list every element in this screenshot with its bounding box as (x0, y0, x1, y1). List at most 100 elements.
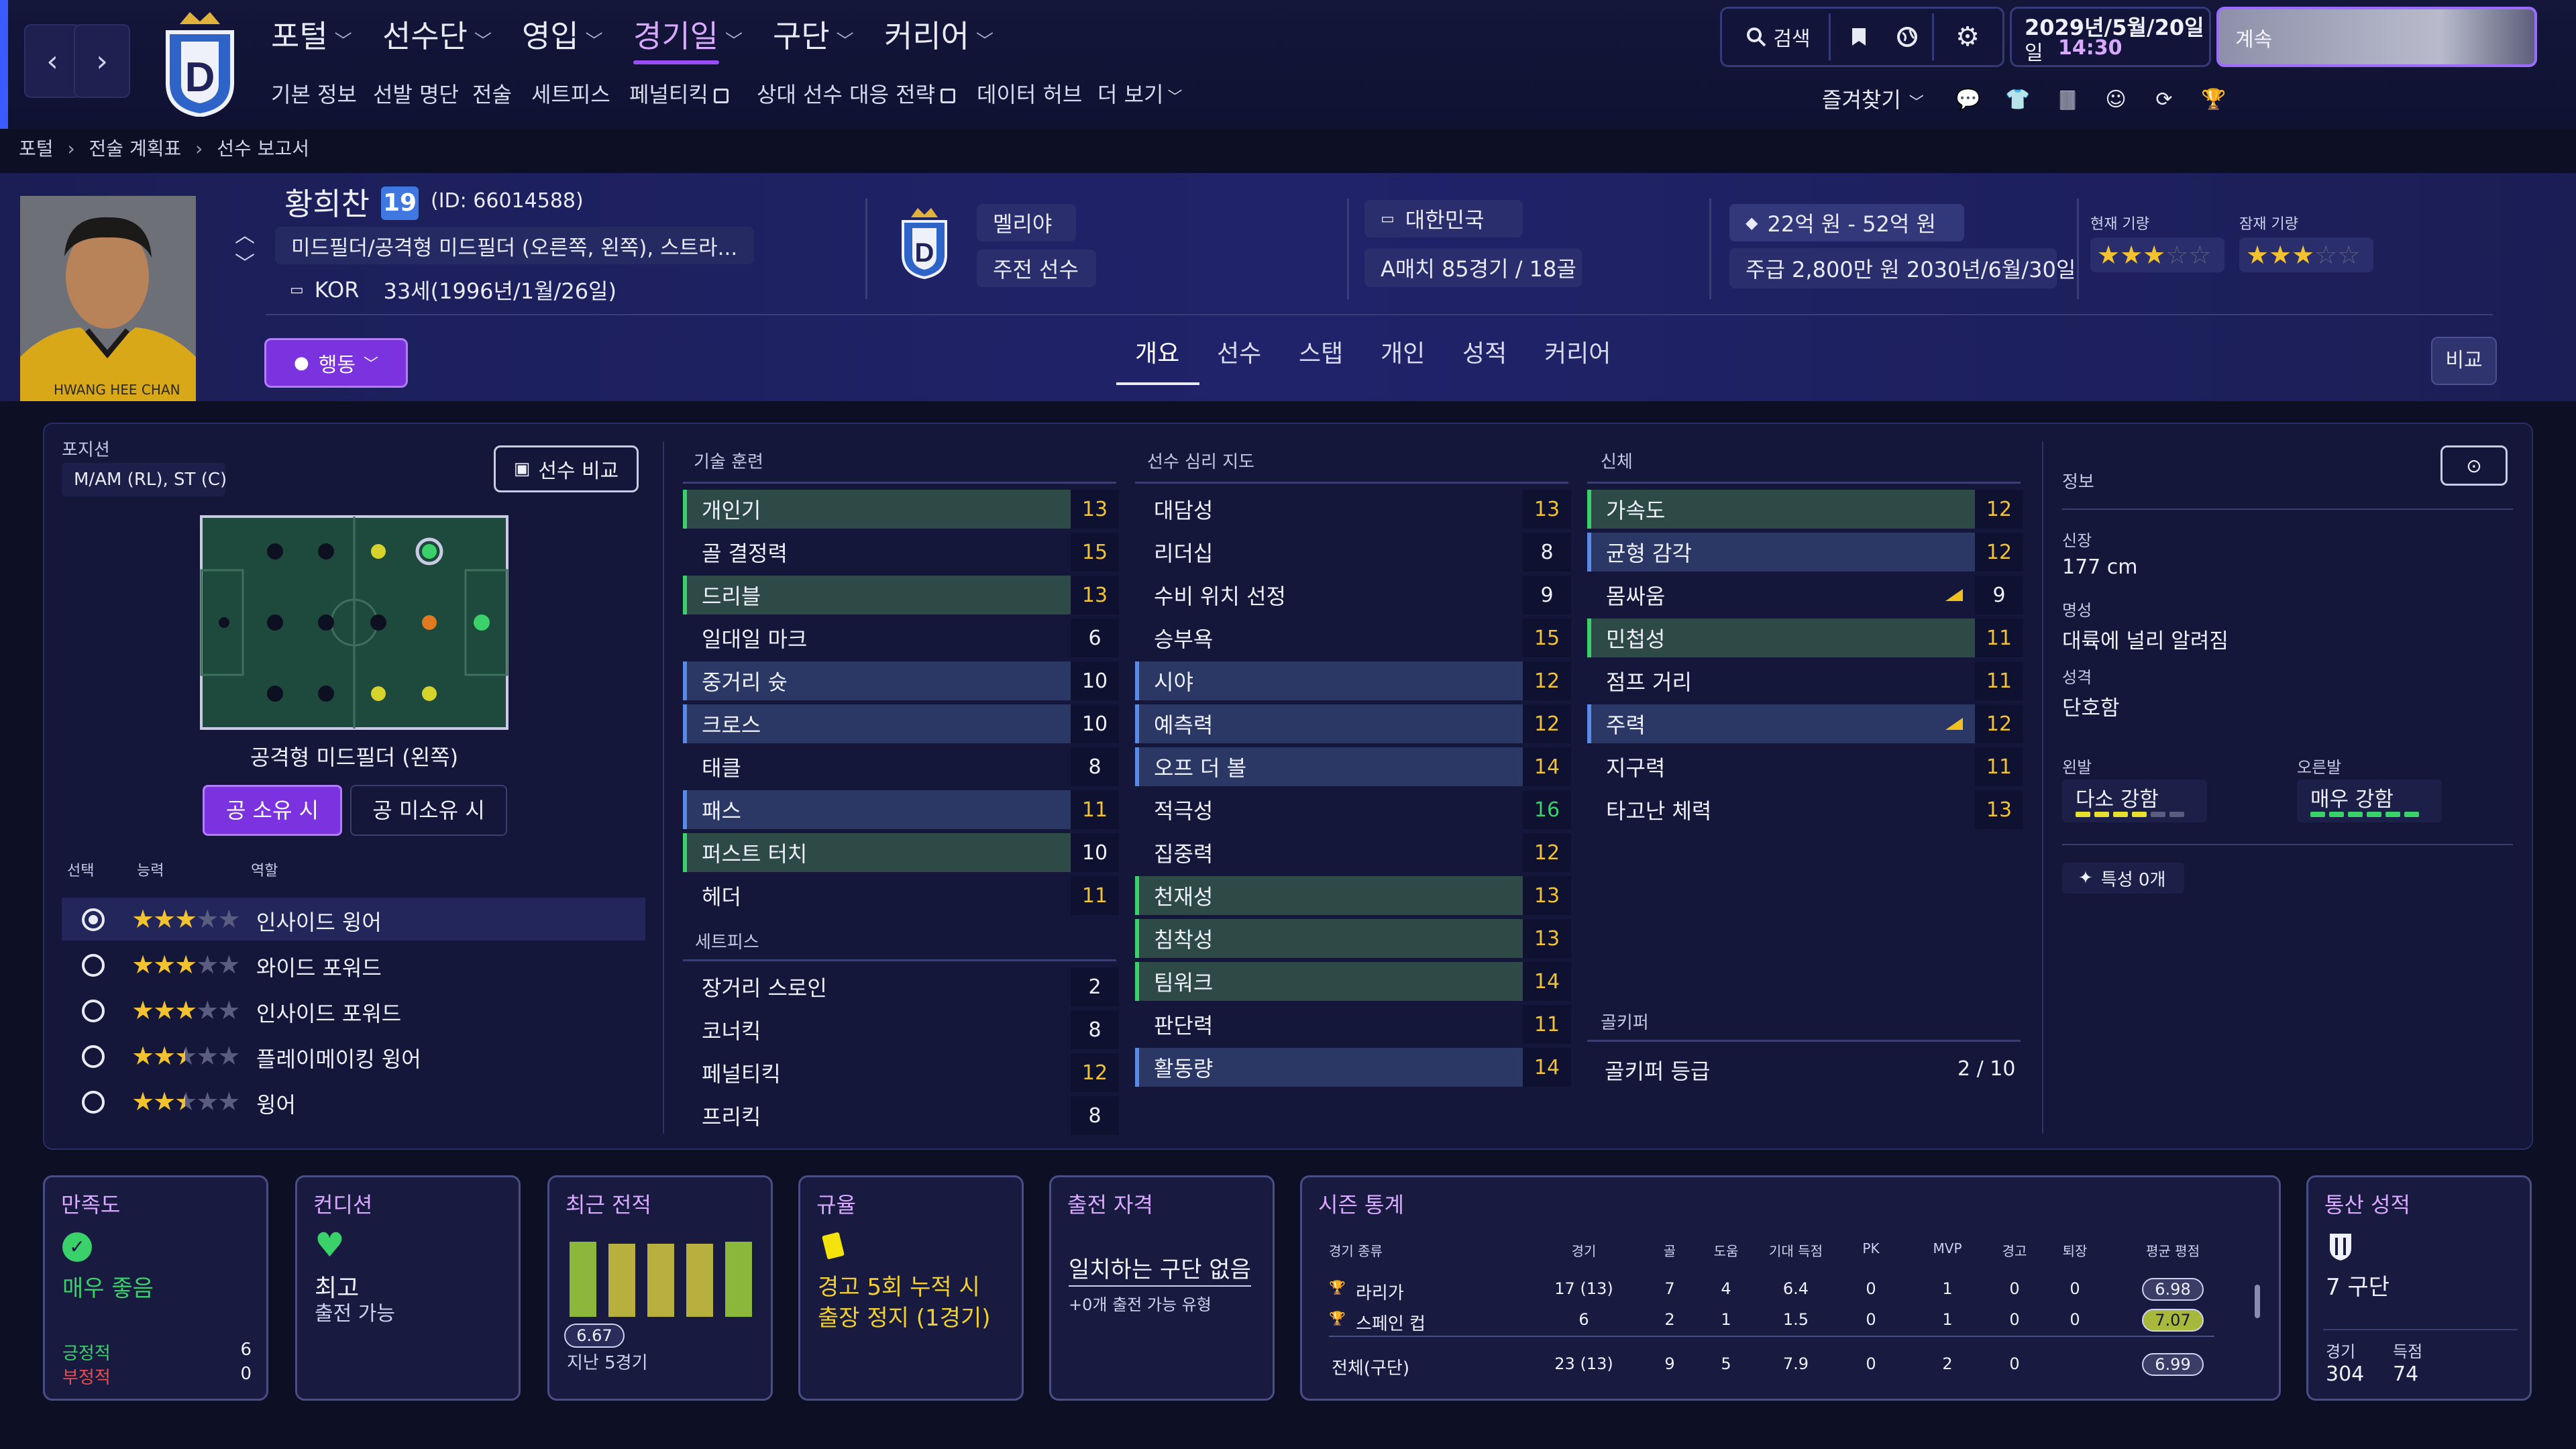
menu-portal[interactable]: 포털 ﹀ (271, 12, 352, 56)
tab-staff[interactable]: 스탭 (1299, 334, 1343, 369)
attribute-row[interactable]: 예측력 12 (1135, 704, 1571, 743)
staff-icon[interactable]: ☺ (2102, 86, 2129, 113)
attribute-row[interactable]: 오프 더 볼 14 (1135, 747, 1571, 786)
attribute-row[interactable]: 태클 8 (683, 747, 1119, 786)
submenu-penalties[interactable]: 페널티킥 (629, 78, 729, 109)
attribute-row[interactable]: 점프 거리 11 (1587, 661, 2023, 700)
submenu-tactics[interactable]: 전술 (472, 78, 512, 109)
attribute-row[interactable]: 일대일 마크 6 (683, 619, 1119, 657)
tab-stats[interactable]: 성적 (1462, 334, 1507, 369)
condition-card[interactable]: 컨디션 ♥ 최고 출전 가능 (295, 1175, 521, 1401)
attribute-row[interactable]: 집중력 12 (1135, 833, 1571, 872)
breadcrumb-portal[interactable]: 포털 (19, 138, 54, 160)
submenu-opposition[interactable]: 상대 선수 대응 전략 (757, 78, 956, 109)
attribute-row[interactable]: 시야 12 (1135, 661, 1571, 700)
transfer-value[interactable]: ◆ 22억 원 - 52억 원 (1729, 204, 1964, 241)
attribute-row[interactable]: 장거리 스로인 2 (683, 967, 1119, 1006)
role-row[interactable]: ★★★★★ 인사이드 윙어 (62, 898, 645, 941)
role-radio[interactable] (82, 954, 105, 977)
tab-overview[interactable]: 개요 (1135, 334, 1179, 369)
chat-icon[interactable]: 💬 (1955, 86, 1982, 113)
traits-badge[interactable]: ✦ 특성 0개 (2062, 863, 2184, 894)
attribute-row[interactable]: 천재성 13 (1135, 876, 1571, 915)
actions-button[interactable]: ● 행동 ﹀ (264, 338, 408, 388)
attribute-row[interactable]: 헤더 11 (683, 876, 1119, 915)
submenu-lineup[interactable]: 선발 명단 (373, 78, 459, 109)
attribute-row[interactable]: 침착성 13 (1135, 919, 1571, 958)
season-stats-card[interactable]: 시즌 통계 경기 종류 경기 골 도움 기대 득점 PK MVP 경고 퇴장 평균 평점 🏆 라리가 1… (1300, 1175, 2281, 1401)
attribute-row[interactable]: 가속도 12 (1587, 490, 2023, 529)
tab-personal[interactable]: 개인 (1381, 334, 1425, 369)
attribute-row[interactable]: 드리블 13 (683, 576, 1119, 614)
menu-squad[interactable]: 선수단 ﹀ (382, 12, 492, 56)
role-row[interactable]: ★★★★★ 플레이메이킹 윙어 (62, 1034, 645, 1077)
compare-button[interactable]: 비교 (2431, 337, 2497, 385)
role-radio[interactable] (82, 908, 105, 931)
tab-player[interactable]: 선수 (1217, 334, 1261, 369)
attribute-row[interactable]: 코너킥 8 (683, 1010, 1119, 1049)
attribute-row[interactable]: 균형 감각 12 (1587, 533, 2023, 572)
form-card[interactable]: 최근 전적 6.67 지난 5경기 (547, 1175, 773, 1401)
attribute-row[interactable]: 승부욕 15 (1135, 619, 1571, 657)
attribute-row[interactable]: 중거리 슛 10 (683, 661, 1119, 700)
attribute-row[interactable]: 패스 11 (683, 790, 1119, 829)
attribute-row[interactable]: 판단력 11 (1135, 1005, 1571, 1044)
submenu-setpieces[interactable]: 세트피스 (531, 78, 610, 109)
globe-button[interactable] (1884, 15, 1931, 59)
trophy-icon[interactable]: 🏆 (2200, 86, 2227, 113)
breadcrumb-tactics[interactable]: 전술 계획표 (89, 138, 182, 160)
discipline-card[interactable]: 규율 경고 5회 누적 시 출장 정지 (1경기) (798, 1175, 1024, 1401)
attribute-row[interactable]: 몸싸움 9 (1587, 576, 2023, 614)
menu-matchday[interactable]: 경기일 ﹀ (633, 12, 743, 56)
attribute-row[interactable]: 리더십 8 (1135, 533, 1571, 572)
menu-club[interactable]: 구단 ﹀ (773, 12, 854, 56)
attribute-row[interactable]: 타고난 체력 13 (1587, 790, 2023, 829)
submenu-more[interactable]: 더 보기 ﹀ (1097, 78, 1183, 109)
club-name[interactable]: 멜리야 (977, 204, 1076, 241)
continue-button[interactable]: 계속 (2216, 7, 2537, 67)
attribute-row[interactable]: 퍼스트 터치 10 (683, 833, 1119, 872)
forward-button[interactable]: › (74, 24, 130, 98)
bookmark-button[interactable] (1835, 15, 1882, 59)
scrollbar[interactable] (2255, 1285, 2260, 1318)
tab-career[interactable]: 커리어 (1544, 334, 1611, 369)
attribute-row[interactable]: 골 결정력 15 (683, 533, 1119, 572)
attribute-row[interactable]: 적극성 16 (1135, 790, 1571, 829)
role-row[interactable]: ★★★★★ 와이드 포워드 (62, 943, 645, 986)
career-card[interactable]: 통산 성적 7 구단 경기 304 득점 74 (2306, 1175, 2532, 1401)
attribute-row[interactable]: 프리킥 8 (683, 1096, 1119, 1135)
nation-name[interactable]: ▭ 대한민국 (1364, 200, 1523, 237)
out-of-possession-button[interactable]: 공 미소유 시 (350, 785, 507, 836)
attribute-row[interactable]: 팀워크 14 (1135, 962, 1571, 1001)
role-row[interactable]: ★★★★★ 윙어 (62, 1080, 645, 1123)
search-button[interactable]: 검색 (1728, 15, 1829, 59)
attribute-row[interactable]: 지구력 11 (1587, 747, 2023, 786)
morale-card[interactable]: 만족도 ✓ 매우 좋음 긍정적 6 부정적 0 (43, 1175, 268, 1401)
role-radio[interactable] (82, 1091, 105, 1114)
role-radio[interactable] (82, 1045, 105, 1068)
club-crest-icon[interactable]: D (898, 207, 951, 279)
back-button[interactable]: ‹ (24, 24, 80, 98)
eligibility-value[interactable]: 일치하는 구단 없음 (1069, 1251, 1251, 1287)
cards-icon[interactable]: 🀫 (2054, 86, 2081, 113)
eligibility-card[interactable]: 출전 자격 일치하는 구단 없음 +0개 출전 가능 유형 (1049, 1175, 1275, 1401)
menu-career[interactable]: 커리어 ﹀ (884, 12, 994, 56)
info-settings-button[interactable]: ⊙ (2440, 445, 2508, 486)
favorites-menu[interactable]: 즐겨찾기 ﹀ (1822, 83, 1924, 114)
attribute-row[interactable]: 크로스 10 (683, 704, 1119, 743)
refresh-icon[interactable]: ⟳ (2151, 86, 2178, 113)
role-radio[interactable] (82, 1000, 105, 1022)
shirt-icon[interactable]: 👕 (2004, 86, 2031, 113)
attribute-row[interactable]: 활동량 14 (1135, 1048, 1571, 1087)
attribute-row[interactable]: 대담성 13 (1135, 490, 1571, 529)
submenu-data-hub[interactable]: 데이터 허브 (977, 78, 1082, 109)
attribute-row[interactable]: 페널티킥 12 (683, 1053, 1119, 1092)
prev-player-button[interactable]: ︿ (235, 219, 255, 248)
next-player-button[interactable]: ﹀ (235, 247, 255, 276)
club-crest-icon[interactable]: D (160, 9, 240, 117)
menu-transfers[interactable]: 영입 ﹀ (522, 12, 603, 56)
attribute-row[interactable]: 민첩성 11 (1587, 619, 2023, 657)
attribute-row[interactable]: 수비 위치 선정 9 (1135, 576, 1571, 614)
submenu-overview[interactable]: 기본 정보 (271, 78, 357, 109)
player-compare-button[interactable]: ▣ 선수 비교 (494, 445, 639, 492)
